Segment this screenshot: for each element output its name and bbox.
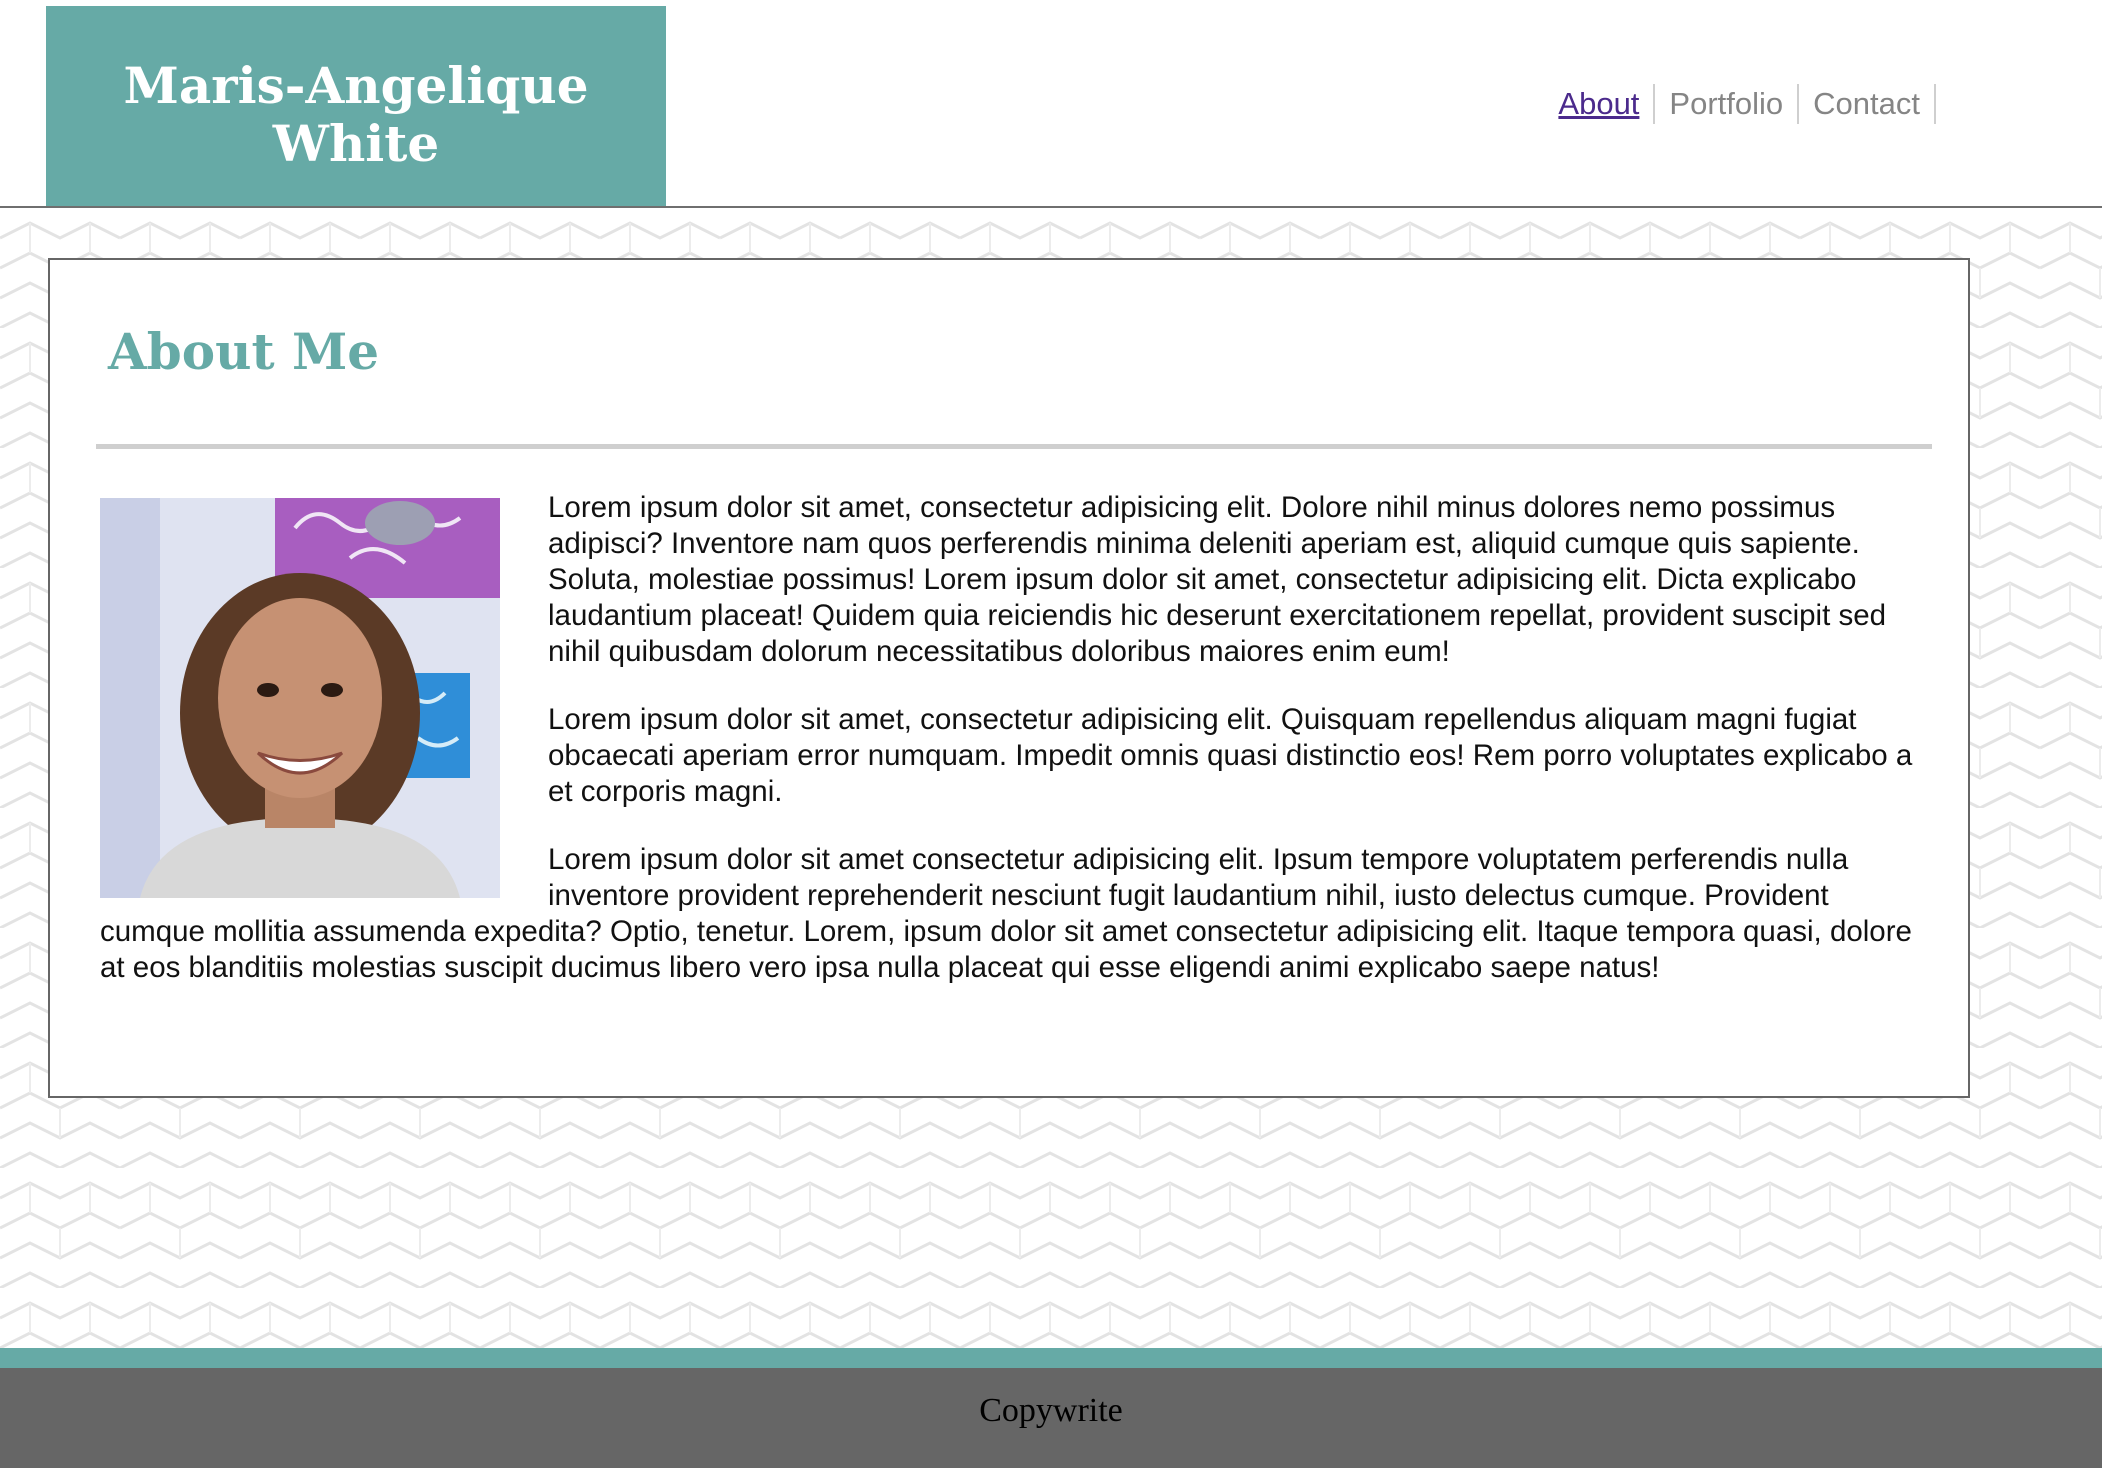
site-footer: Copywrite <box>0 1368 2102 1468</box>
about-content: Lorem ipsum dolor sit amet, consectetur … <box>100 490 1920 1018</box>
nav-link-contact[interactable]: Contact <box>1799 84 1936 124</box>
page-title: About Me <box>108 322 380 381</box>
nav-link-about[interactable]: About <box>1544 84 1656 124</box>
title-divider <box>96 444 1932 449</box>
brand-block[interactable]: Maris-Angelique White <box>46 6 666 206</box>
brand-name-line2: White <box>272 114 440 173</box>
profile-photo <box>100 498 500 898</box>
main-nav: About Portfolio Contact <box>1544 84 1936 124</box>
brand-name-line1: Maris-Angelique <box>123 56 589 115</box>
nav-link-portfolio[interactable]: Portfolio <box>1655 84 1800 124</box>
brand-name: Maris-Angelique White <box>96 57 616 173</box>
footer-copyright: Copywrite <box>979 1392 1123 1429</box>
site-header: Maris-Angelique White About Portfolio Co… <box>0 0 2102 208</box>
about-card: About Me Lorem ipsum dolor sit amet, con… <box>48 258 1970 1098</box>
footer-accent-band <box>0 1348 2102 1368</box>
